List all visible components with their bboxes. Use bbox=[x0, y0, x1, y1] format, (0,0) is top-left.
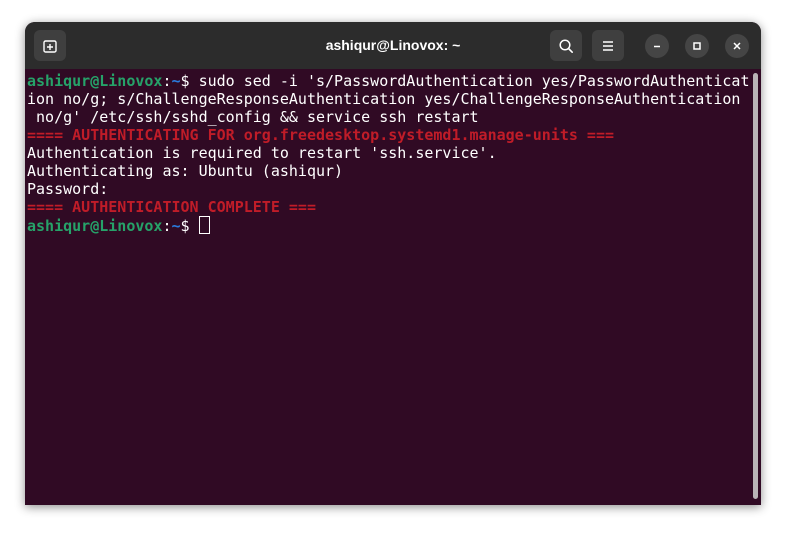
maximize-icon bbox=[693, 42, 701, 50]
password-prompt: Password: bbox=[27, 180, 118, 198]
auth-as-message: Authenticating as: Ubuntu (ashiqur) bbox=[27, 162, 344, 180]
minimize-icon bbox=[654, 45, 660, 48]
prompt-separator: : bbox=[162, 72, 172, 90]
command-line: ashiqur@Linovox:~$ sudo sed -i 's/Passwo… bbox=[27, 72, 749, 90]
terminal-output-area[interactable]: ashiqur@Linovox:~$ sudo sed -i 's/Passwo… bbox=[25, 69, 761, 505]
current-prompt-line: ashiqur@Linovox:~$ bbox=[27, 216, 749, 235]
close-button[interactable] bbox=[725, 34, 749, 58]
command-wrap-line: no/g' /etc/ssh/sshd_config && service ss… bbox=[27, 108, 479, 126]
search-button[interactable] bbox=[550, 30, 582, 61]
prompt-symbol: $ bbox=[180, 72, 199, 90]
terminal-text: ashiqur@Linovox:~$ sudo sed -i 's/Passwo… bbox=[27, 72, 749, 235]
title-bar[interactable]: ashiqur@Linovox: ~ bbox=[25, 22, 761, 69]
prompt-path: ~ bbox=[171, 72, 181, 90]
command-wrap-line: ion no/g; s/ChallengeResponseAuthenticat… bbox=[27, 90, 741, 108]
prompt-user: ashiqur@Linovox bbox=[27, 217, 163, 235]
auth-complete-message: ==== AUTHENTICATION COMPLETE === bbox=[27, 198, 316, 216]
new-tab-icon bbox=[43, 39, 57, 53]
new-tab-button[interactable] bbox=[34, 30, 66, 61]
auth-required-message: Authentication is required to restart 's… bbox=[27, 144, 497, 162]
prompt-path: ~ bbox=[171, 217, 181, 235]
vertical-scrollbar[interactable] bbox=[753, 73, 758, 499]
maximize-button[interactable] bbox=[685, 34, 709, 58]
hamburger-menu-icon bbox=[603, 40, 613, 51]
prompt-user: ashiqur@Linovox bbox=[27, 72, 163, 90]
search-icon bbox=[559, 38, 573, 53]
auth-header-message: ==== AUTHENTICATING FOR org.freedesktop.… bbox=[27, 126, 614, 144]
minimize-button[interactable] bbox=[645, 34, 669, 58]
prompt-separator: : bbox=[162, 217, 172, 235]
prompt-symbol: $ bbox=[180, 217, 199, 235]
menu-button[interactable] bbox=[592, 30, 624, 61]
command-text-1: sudo sed -i 's/PasswordAuthentication ye… bbox=[198, 72, 750, 90]
close-icon bbox=[733, 42, 741, 50]
text-cursor[interactable] bbox=[198, 216, 210, 234]
terminal-window: ashiqur@Linovox: ~ ashiqur@Linovox:~$ su… bbox=[25, 22, 761, 505]
